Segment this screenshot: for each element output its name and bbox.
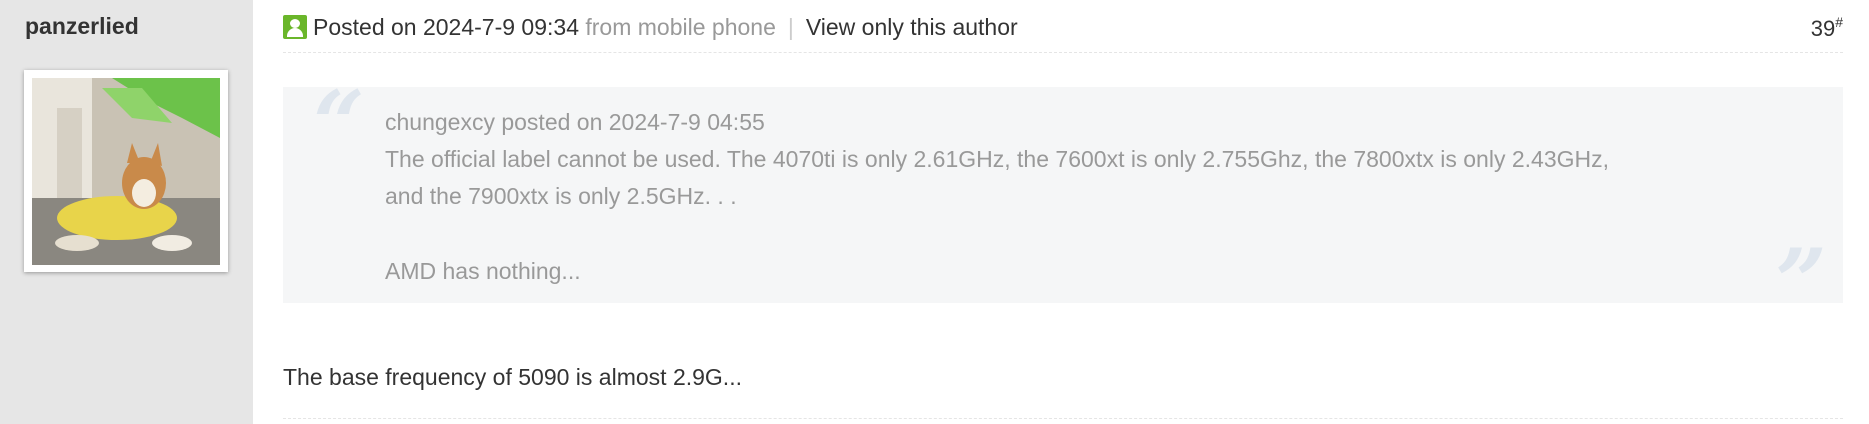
avatar-frame bbox=[24, 70, 228, 272]
floor-mark: # bbox=[1835, 14, 1843, 30]
post-meta-bar: Posted on 2024-7-9 09:34 from mobile pho… bbox=[283, 14, 1843, 46]
open-quote-icon: “ bbox=[313, 71, 365, 177]
quote-line: and the 7900xtx is only 2.5GHz. . . bbox=[385, 183, 737, 209]
posted-date: Posted on 2024-7-9 09:34 bbox=[313, 14, 579, 40]
reply-text: The base frequency of 5090 is almost 2.9… bbox=[283, 364, 742, 390]
post-source: from mobile phone bbox=[585, 14, 776, 40]
avatar-image bbox=[32, 78, 220, 265]
quote-block: “ chungexcy posted on 2024-7-9 04:55 The… bbox=[283, 79, 1843, 327]
close-quote-icon: ” bbox=[1775, 229, 1827, 335]
floor-number-value: 39 bbox=[1810, 16, 1836, 41]
online-user-icon bbox=[283, 15, 307, 39]
quote-line: AMD has nothing... bbox=[385, 258, 581, 284]
post-divider bbox=[283, 418, 1843, 419]
floor-number[interactable]: 39# bbox=[1811, 14, 1843, 42]
quote-header: chungexcy posted on 2024-7-9 04:55 bbox=[385, 109, 765, 135]
meta-divider bbox=[283, 52, 1843, 53]
view-only-author-link[interactable]: View only this author bbox=[806, 14, 1018, 40]
author-username[interactable]: panzerlied bbox=[25, 13, 139, 40]
quote-text: chungexcy posted on 2024-7-9 04:55 The o… bbox=[385, 104, 1765, 290]
quote-line: The official label cannot be used. The 4… bbox=[385, 146, 1609, 172]
author-sidebar: panzerlied bbox=[0, 0, 253, 424]
meta-separator: | bbox=[787, 14, 794, 40]
avatar[interactable] bbox=[32, 78, 220, 265]
